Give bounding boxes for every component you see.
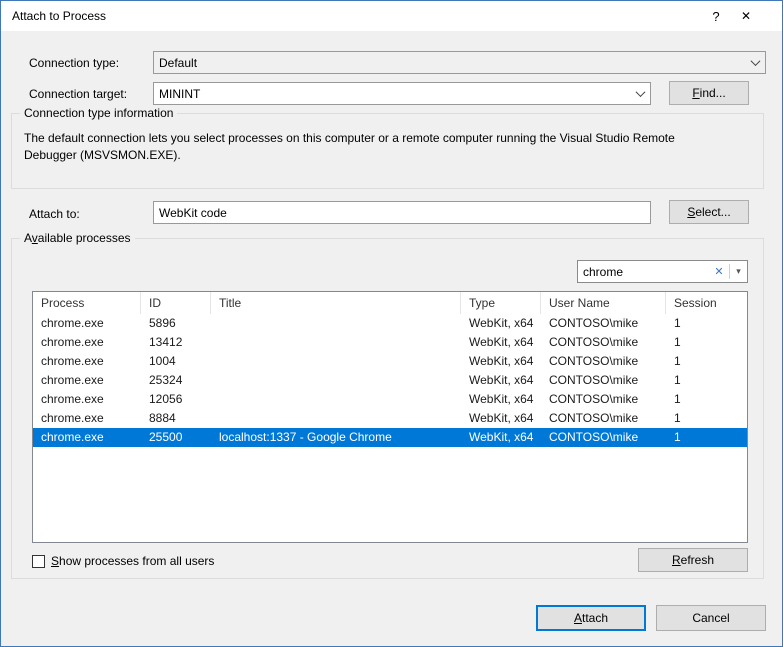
cell-type: WebKit, x64: [461, 390, 541, 409]
cell-id: 25500: [141, 428, 211, 447]
chevron-down-icon: [630, 83, 650, 104]
attach-to-process-dialog: Attach to Process ? ✕ Connection type: D…: [0, 0, 783, 647]
connection-info-groupbox: Connection type information The default …: [11, 113, 764, 189]
cell-session: 1: [666, 428, 747, 447]
cell-username: CONTOSO\mike: [541, 333, 666, 352]
cell-type: WebKit, x64: [461, 314, 541, 333]
cell-title: localhost:1337 - Google Chrome: [211, 428, 461, 447]
cell-process: chrome.exe: [33, 428, 141, 447]
cell-session: 1: [666, 314, 747, 333]
cell-username: CONTOSO\mike: [541, 371, 666, 390]
cell-process: chrome.exe: [33, 390, 141, 409]
cell-id: 8884: [141, 409, 211, 428]
checkbox[interactable]: [32, 555, 45, 568]
cell-session: 1: [666, 333, 747, 352]
cell-type: WebKit, x64: [461, 409, 541, 428]
column-header-title[interactable]: Title: [211, 292, 461, 314]
filter-clear-icon[interactable]: ✕: [709, 265, 729, 278]
cell-id: 1004: [141, 352, 211, 371]
connection-target-input[interactable]: [154, 83, 630, 104]
cell-type: WebKit, x64: [461, 428, 541, 447]
cell-title: [211, 371, 461, 390]
available-processes-group-title: Available processes: [20, 231, 135, 246]
process-row[interactable]: chrome.exe 5896 WebKit, x64 CONTOSO\mike…: [33, 314, 747, 333]
connection-type-value: Default: [154, 56, 745, 70]
cell-username: CONTOSO\mike: [541, 428, 666, 447]
process-table[interactable]: Process ID Title Type User Name Session …: [32, 291, 748, 543]
titlebar[interactable]: Attach to Process ? ✕: [1, 1, 782, 31]
attach-button[interactable]: Attach: [536, 605, 646, 631]
column-header-session[interactable]: Session: [666, 292, 747, 314]
cell-title: [211, 314, 461, 333]
cell-username: CONTOSO\mike: [541, 390, 666, 409]
process-row[interactable]: chrome.exe 1004 WebKit, x64 CONTOSO\mike…: [33, 352, 747, 371]
cell-process: chrome.exe: [33, 371, 141, 390]
cell-title: [211, 352, 461, 371]
chevron-down-icon: [745, 52, 765, 73]
select-button[interactable]: Select...: [669, 200, 749, 224]
close-icon[interactable]: ✕: [732, 1, 760, 31]
cell-title: [211, 390, 461, 409]
dialog-body: Connection type: Default Connection targ…: [1, 31, 782, 646]
cell-process: chrome.exe: [33, 333, 141, 352]
dialog-title: Attach to Process: [12, 9, 106, 23]
cell-id: 25324: [141, 371, 211, 390]
connection-type-label: Connection type:: [29, 56, 119, 70]
cell-username: CONTOSO\mike: [541, 314, 666, 333]
column-header-id[interactable]: ID: [141, 292, 211, 314]
cell-username: CONTOSO\mike: [541, 409, 666, 428]
process-filter-input[interactable]: [578, 261, 709, 282]
cell-type: WebKit, x64: [461, 333, 541, 352]
cell-title: [211, 333, 461, 352]
cell-session: 1: [666, 390, 747, 409]
cell-id: 5896: [141, 314, 211, 333]
filter-dropdown-icon[interactable]: ▾: [730, 266, 747, 277]
cell-username: CONTOSO\mike: [541, 352, 666, 371]
process-row[interactable]: chrome.exe 25500 localhost:1337 - Google…: [33, 428, 747, 447]
cell-process: chrome.exe: [33, 352, 141, 371]
connection-target-combobox[interactable]: [153, 82, 651, 105]
help-icon[interactable]: ?: [702, 1, 730, 31]
find-button[interactable]: Find...: [669, 81, 749, 105]
available-processes-groupbox: Available processes ✕ ▾ Process ID Title…: [11, 238, 764, 579]
cell-session: 1: [666, 352, 747, 371]
process-row[interactable]: chrome.exe 12056 WebKit, x64 CONTOSO\mik…: [33, 390, 747, 409]
cell-type: WebKit, x64: [461, 371, 541, 390]
refresh-button[interactable]: Refresh: [638, 548, 748, 572]
column-header-username[interactable]: User Name: [541, 292, 666, 314]
column-header-process[interactable]: Process: [33, 292, 141, 314]
show-all-users-checkbox-row[interactable]: Show processes from all users: [32, 554, 214, 568]
process-row[interactable]: chrome.exe 8884 WebKit, x64 CONTOSO\mike…: [33, 409, 747, 428]
attach-to-field[interactable]: [153, 201, 651, 224]
cell-id: 13412: [141, 333, 211, 352]
connection-info-text: The default connection lets you select p…: [24, 130, 724, 164]
connection-info-group-title: Connection type information: [20, 106, 177, 121]
cell-session: 1: [666, 371, 747, 390]
connection-type-dropdown[interactable]: Default: [153, 51, 766, 74]
connection-target-label: Connection target:: [29, 87, 127, 101]
cancel-button[interactable]: Cancel: [656, 605, 766, 631]
cell-id: 12056: [141, 390, 211, 409]
cell-process: chrome.exe: [33, 314, 141, 333]
table-rows: chrome.exe 5896 WebKit, x64 CONTOSO\mike…: [33, 314, 747, 447]
process-row[interactable]: chrome.exe 25324 WebKit, x64 CONTOSO\mik…: [33, 371, 747, 390]
attach-to-label: Attach to:: [29, 207, 80, 221]
cell-process: chrome.exe: [33, 409, 141, 428]
table-header: Process ID Title Type User Name Session: [33, 292, 747, 314]
cell-type: WebKit, x64: [461, 352, 541, 371]
show-all-users-label: Show processes from all users: [51, 554, 214, 568]
cell-session: 1: [666, 409, 747, 428]
cell-title: [211, 409, 461, 428]
process-filter-box[interactable]: ✕ ▾: [577, 260, 748, 283]
process-row[interactable]: chrome.exe 13412 WebKit, x64 CONTOSO\mik…: [33, 333, 747, 352]
column-header-type[interactable]: Type: [461, 292, 541, 314]
